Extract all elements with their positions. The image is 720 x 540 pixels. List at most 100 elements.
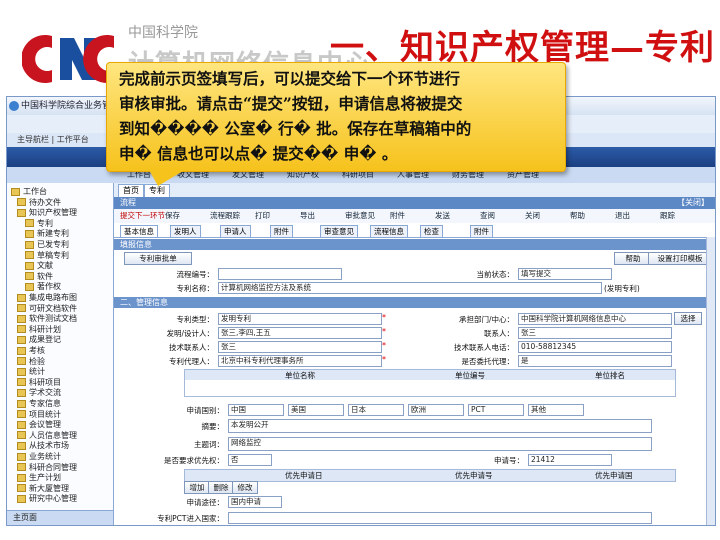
tree-item[interactable]: 新大厦管理: [17, 484, 69, 494]
status-select[interactable]: 填写提交: [518, 268, 612, 280]
folder-icon: [25, 272, 34, 281]
folder-icon: [17, 473, 26, 482]
row-input[interactable]: 是: [518, 355, 672, 367]
tree-item[interactable]: 人员信息管理: [17, 431, 77, 441]
form-subtab[interactable]: 附件: [270, 225, 293, 237]
tree-item[interactable]: 考核: [17, 346, 45, 356]
row-label: 联系人：: [484, 329, 514, 338]
tree-item[interactable]: 软件测试文档: [17, 314, 77, 324]
tree-item[interactable]: 生产计划: [17, 473, 61, 483]
tree-item-label: 集成电路布图: [29, 293, 77, 302]
apply-country-option[interactable]: PCT: [468, 404, 524, 416]
row-input[interactable]: 张三,李四,王五: [218, 327, 382, 339]
tree-item[interactable]: 知识产权管理: [17, 208, 77, 218]
tree-item[interactable]: 专家信息: [17, 399, 61, 409]
form-subtab[interactable]: 基本信息: [120, 225, 158, 237]
tree-item[interactable]: 项目统计: [17, 410, 61, 420]
grid2-add-button[interactable]: 增加: [184, 481, 210, 494]
action-link[interactable]: 发送: [435, 209, 450, 223]
form-subtab[interactable]: 审查意见: [320, 225, 358, 237]
action-link[interactable]: 关闭: [525, 209, 540, 223]
action-link[interactable]: 跟踪: [660, 209, 675, 223]
form-subtab[interactable]: 附件: [470, 225, 493, 237]
grid2-delete-button[interactable]: 删除: [208, 481, 234, 494]
approval-form-button[interactable]: 专利审批单: [124, 252, 192, 265]
folder-icon: [17, 304, 26, 313]
tree-item[interactable]: 检验: [17, 357, 45, 367]
row-input[interactable]: 张三: [218, 341, 382, 353]
tab-home[interactable]: 首页: [118, 184, 144, 197]
nav-left-label[interactable]: 主导航栏 | 工作平台: [17, 135, 89, 144]
row-input[interactable]: 张三: [518, 327, 672, 339]
form-subtab[interactable]: 检查: [420, 225, 443, 237]
form-scrollbar[interactable]: [706, 237, 715, 525]
row-input[interactable]: 010-58812345: [518, 341, 672, 353]
action-link[interactable]: 打印: [255, 209, 270, 223]
tree-item[interactable]: 新建专利: [25, 229, 69, 239]
select-button[interactable]: 选择: [674, 312, 702, 325]
route-select[interactable]: 国内申请: [228, 496, 282, 508]
form-subtab[interactable]: 流程信息: [370, 225, 408, 237]
tree-item[interactable]: 学术交流: [17, 388, 61, 398]
help-button[interactable]: 帮助: [614, 252, 652, 265]
form-subtab[interactable]: 发明人: [170, 225, 201, 237]
apply-country-option[interactable]: 美国: [288, 404, 344, 416]
tree-item[interactable]: 成果登记: [17, 335, 61, 345]
apply-country-option[interactable]: 日本: [348, 404, 404, 416]
close-link[interactable]: 【关闭】: [677, 197, 709, 209]
row-label: 承担部门/中心：: [458, 315, 514, 324]
apply-country-option[interactable]: 中国: [228, 404, 284, 416]
tree-item[interactable]: 待办文件: [17, 198, 61, 208]
tree-item[interactable]: 专利: [25, 219, 53, 229]
grid-col-header: 优先申请日: [285, 471, 323, 480]
print-template-button[interactable]: 设置打印模板: [648, 252, 712, 265]
form-subtab[interactable]: 申请人: [220, 225, 251, 237]
tree-item[interactable]: 从技术市场: [17, 441, 69, 451]
tree-item[interactable]: 集成电路布图: [17, 293, 77, 303]
tree-item[interactable]: 科研合同管理: [17, 463, 77, 473]
tree-item[interactable]: 会议管理: [17, 420, 61, 430]
row-input[interactable]: 发明专利: [218, 313, 382, 325]
apply-country-option[interactable]: 欧洲: [408, 404, 464, 416]
tree-item[interactable]: 工作台: [11, 187, 47, 197]
keywords-input[interactable]: 网络监控: [228, 437, 652, 451]
tree-item[interactable]: 著作权: [25, 282, 61, 292]
row-input[interactable]: 中国科学院计算机网络信息中心: [518, 313, 672, 325]
action-link[interactable]: 提交下一环节: [120, 209, 165, 223]
tree-item[interactable]: 研究中心管理: [17, 494, 77, 504]
priority-select[interactable]: 否: [228, 454, 272, 466]
tree-item[interactable]: 可研文档软件: [17, 304, 77, 314]
apply-country-option[interactable]: 其他: [528, 404, 584, 416]
pct-input[interactable]: [228, 512, 652, 524]
action-link[interactable]: 流程跟踪: [210, 209, 240, 223]
action-link[interactable]: 退出: [615, 209, 630, 223]
tree-item[interactable]: 统计: [17, 367, 45, 377]
folder-icon: [17, 420, 26, 429]
tree-item-label: 成果登记: [29, 335, 61, 345]
appno-input[interactable]: 21412: [528, 454, 612, 466]
action-link[interactable]: 保存: [165, 209, 180, 223]
action-link[interactable]: 审批意见: [345, 209, 375, 223]
patent-name-input[interactable]: 计算机网络监控方法及系统: [218, 282, 602, 294]
action-link[interactable]: 查阅: [480, 209, 495, 223]
tree-item-label: 科研计划: [29, 324, 61, 334]
tree-bottom-bar[interactable]: 主页面: [7, 510, 113, 525]
folder-icon: [17, 431, 26, 440]
action-link[interactable]: 导出: [300, 209, 315, 223]
folder-icon: [17, 325, 26, 334]
tree-item[interactable]: 文献: [25, 261, 53, 271]
row-label: 发明/设计人：: [166, 329, 214, 338]
action-link[interactable]: 附件: [390, 209, 405, 223]
tree-item[interactable]: 科研项目: [17, 378, 61, 388]
row-input[interactable]: 北京中科专利代理事务所: [218, 355, 382, 367]
grid-col-header: 优先申请号: [455, 471, 493, 480]
tree-item[interactable]: 科研计划: [17, 325, 61, 335]
flow-no-input[interactable]: [218, 268, 342, 280]
tree-item[interactable]: 草稿专利: [25, 251, 69, 261]
tree-item[interactable]: 已发专利: [25, 240, 69, 250]
tree-item[interactable]: 业务统计: [17, 452, 61, 462]
action-link[interactable]: 帮助: [570, 209, 585, 223]
tree-item[interactable]: 软件: [25, 272, 53, 282]
abstract-input[interactable]: 本发明公开: [228, 419, 652, 433]
grid2-edit-button[interactable]: 修改: [232, 481, 258, 494]
